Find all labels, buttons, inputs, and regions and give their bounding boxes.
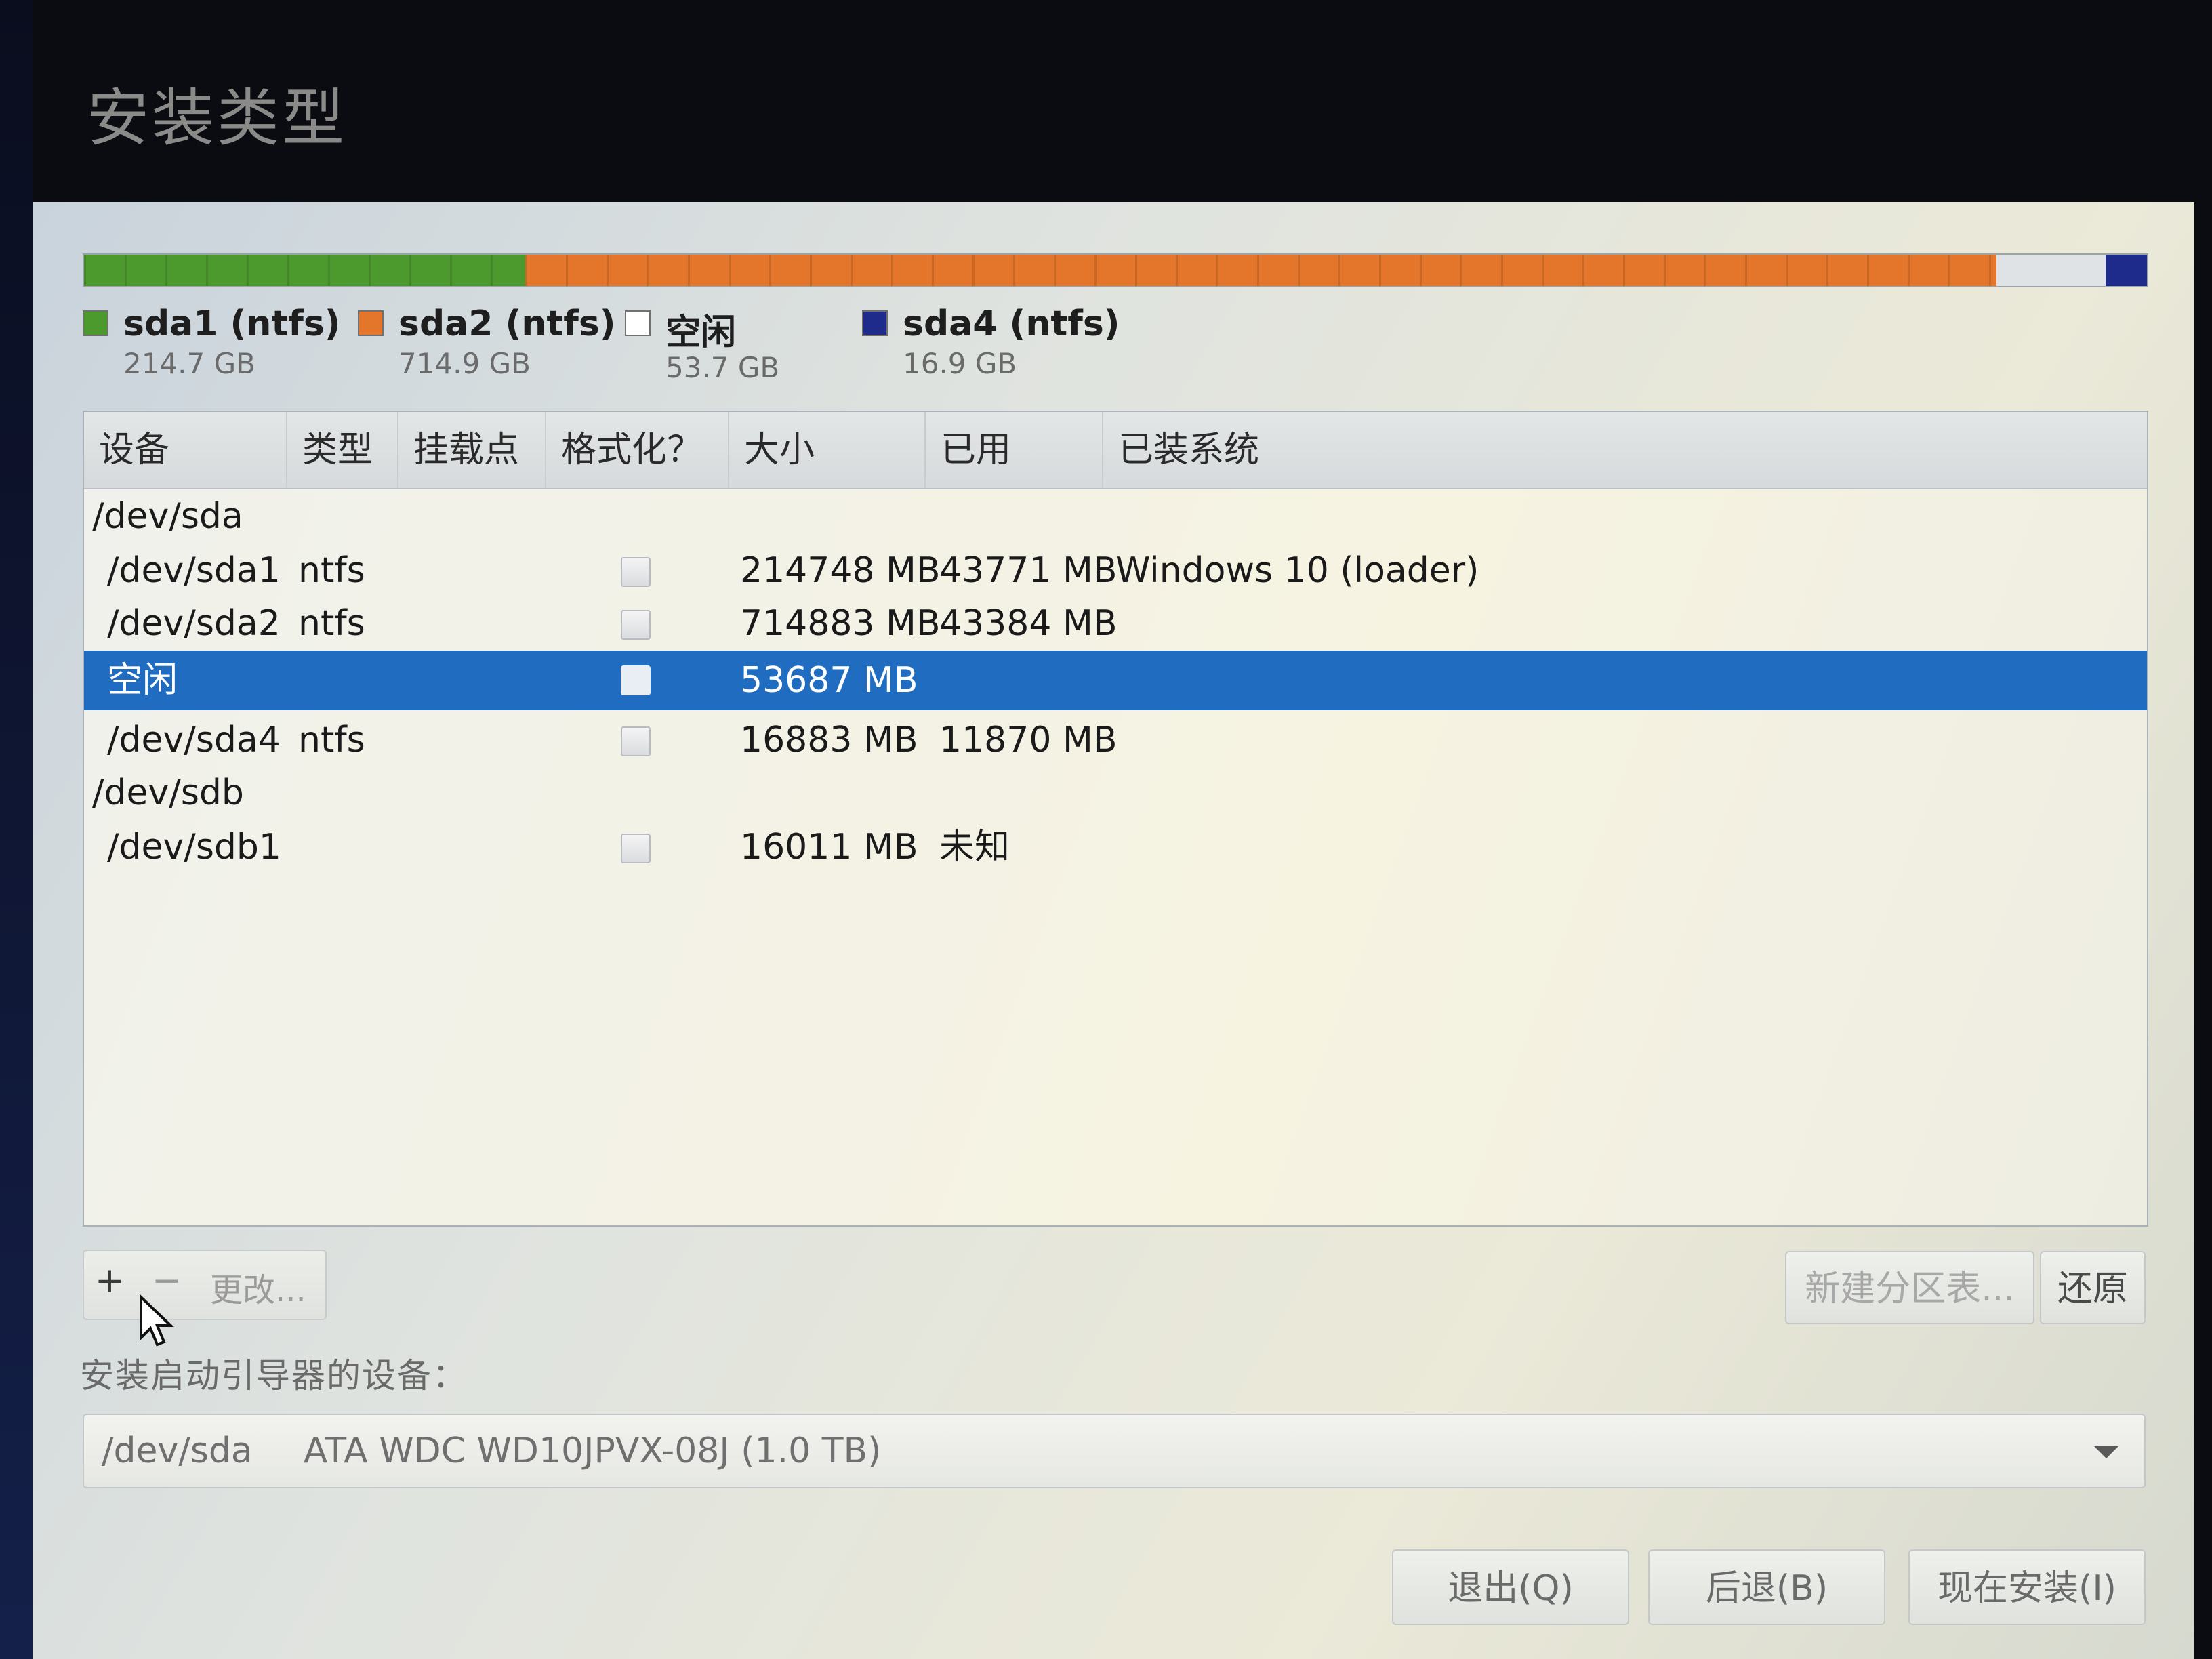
partition-bar-sda4 xyxy=(2106,255,2147,286)
legend-swatch xyxy=(358,310,384,336)
device-cell: /dev/sdb xyxy=(92,773,244,813)
partition-bar-sda2 xyxy=(525,255,1996,286)
column-header-format[interactable]: 格式化？ xyxy=(546,412,729,488)
size-cell: 214748 MB xyxy=(740,550,941,591)
used-cell: 11870 MB xyxy=(939,720,1118,760)
size-cell: 53687 MB xyxy=(740,660,918,701)
table-row[interactable]: /dev/sdb xyxy=(84,766,2147,820)
back-button[interactable]: 后退(B) xyxy=(1648,1549,1885,1625)
add-partition-button[interactable]: + xyxy=(95,1261,125,1301)
legend-name: sda2 (ntfs) xyxy=(398,304,616,344)
size-cell: 16883 MB xyxy=(740,720,918,760)
table-row-selected[interactable]: 空闲 53687 MB xyxy=(84,651,2147,710)
type-cell: ntfs xyxy=(298,550,365,591)
device-cell: 空闲 xyxy=(107,660,178,701)
table-row[interactable]: /dev/sda1 ntfs 214748 MB 43771 MB Window… xyxy=(84,544,2147,598)
legend-swatch xyxy=(862,310,888,336)
device-cell: /dev/sda xyxy=(92,496,243,537)
window-title: 安装类型 xyxy=(87,82,348,155)
used-cell: 43771 MB xyxy=(939,550,1118,591)
column-header-size[interactable]: 大小 xyxy=(729,412,926,488)
partition-bar-sda1 xyxy=(84,255,526,286)
table-row[interactable]: /dev/sda4 ntfs 16883 MB 11870 MB xyxy=(84,713,2147,767)
legend-size: 714.9 GB xyxy=(398,347,531,380)
change-partition-button[interactable]: 更改... xyxy=(210,1263,306,1311)
size-cell: 714883 MB xyxy=(740,603,941,644)
used-cell: 未知 xyxy=(939,827,1010,867)
bootloader-label: 安装启动引导器的设备： xyxy=(80,1356,468,1395)
partition-legend: sda1 (ntfs) 214.7 GB sda2 (ntfs) 714.9 G… xyxy=(83,304,2146,398)
legend-swatch xyxy=(83,310,108,336)
legend-swatch xyxy=(625,310,651,336)
format-checkbox[interactable] xyxy=(621,665,651,695)
type-cell: ntfs xyxy=(298,603,365,644)
column-header-device[interactable]: 设备 xyxy=(84,412,287,488)
format-checkbox[interactable] xyxy=(621,557,651,587)
table-row[interactable]: /dev/sda xyxy=(84,489,2147,544)
legend-name: 空闲 xyxy=(665,312,737,353)
legend-size: 16.9 GB xyxy=(903,347,1017,380)
partition-bar xyxy=(83,253,2148,287)
system-cell: Windows 10 (loader) xyxy=(1115,550,1479,591)
column-header-system[interactable]: 已装系统 xyxy=(1103,412,2147,488)
legend-size: 214.7 GB xyxy=(123,347,255,380)
new-partition-table-button[interactable]: 新建分区表... xyxy=(1785,1251,2034,1324)
type-cell: ntfs xyxy=(298,720,365,760)
table-row[interactable]: /dev/sdb1 16011 MB 未知 xyxy=(84,820,2147,874)
mouse-cursor-icon xyxy=(140,1294,174,1347)
bootloader-device-select[interactable]: /dev/sda ATA WDC WD10JPVX-08J (1.0 TB) xyxy=(83,1414,2146,1488)
legend-name: sda4 (ntfs) xyxy=(903,304,1120,344)
table-header: 设备 类型 挂载点 格式化？ 大小 已用 已装系统 xyxy=(84,412,2147,489)
legend-size: 53.7 GB xyxy=(665,351,780,384)
quit-button[interactable]: 退出(Q) xyxy=(1392,1549,1629,1625)
device-cell: /dev/sdb1 xyxy=(107,827,282,867)
legend-name: sda1 (ntfs) xyxy=(123,304,341,344)
column-header-mount[interactable]: 挂载点 xyxy=(398,412,546,488)
bootloader-device-description: ATA WDC WD10JPVX-08J (1.0 TB) xyxy=(303,1431,882,1471)
revert-button[interactable]: 还原 xyxy=(2040,1251,2146,1324)
installer-panel: sda1 (ntfs) 214.7 GB sda2 (ntfs) 714.9 G… xyxy=(33,202,2194,1659)
format-checkbox[interactable] xyxy=(621,726,651,756)
install-now-button[interactable]: 现在安装(I) xyxy=(1908,1549,2146,1625)
used-cell: 43384 MB xyxy=(939,603,1118,644)
column-header-type[interactable]: 类型 xyxy=(287,412,398,488)
device-cell: /dev/sda2 xyxy=(107,603,281,644)
device-cell: /dev/sda1 xyxy=(107,550,281,591)
chevron-down-icon[interactable] xyxy=(2094,1446,2118,1458)
format-checkbox[interactable] xyxy=(621,610,651,640)
size-cell: 16011 MB xyxy=(740,827,918,867)
desktop-edge xyxy=(0,0,33,1659)
partition-bar-free xyxy=(1996,255,2106,286)
bootloader-device: /dev/sda xyxy=(102,1431,253,1471)
partition-table: 设备 类型 挂载点 格式化？ 大小 已用 已装系统 /dev/sda /dev/… xyxy=(83,411,2148,1227)
format-checkbox[interactable] xyxy=(621,834,651,863)
device-cell: /dev/sda4 xyxy=(107,720,281,760)
bootloader-device-value: /dev/sda ATA WDC WD10JPVX-08J (1.0 TB) xyxy=(102,1415,881,1487)
table-row[interactable]: /dev/sda2 ntfs 714883 MB 43384 MB xyxy=(84,596,2147,651)
column-header-used[interactable]: 已用 xyxy=(926,412,1103,488)
